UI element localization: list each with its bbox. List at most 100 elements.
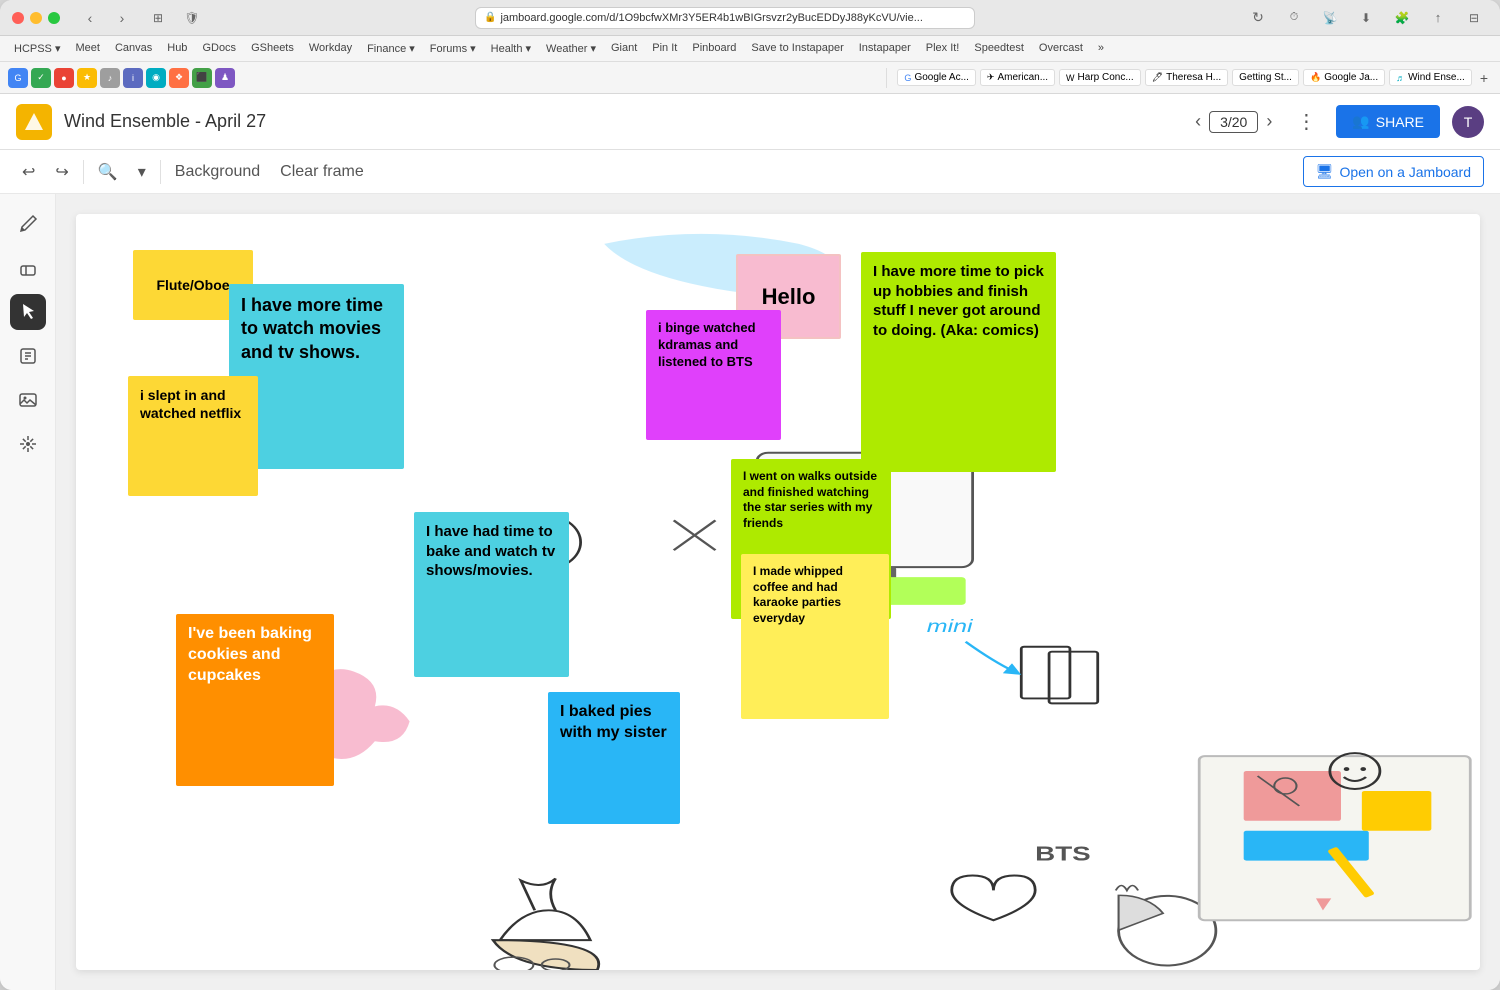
page-navigation: ‹ 3/20 › bbox=[1191, 107, 1276, 136]
sticky-note-tool-button[interactable] bbox=[10, 338, 46, 374]
browser-icon-1[interactable]: G bbox=[8, 68, 28, 88]
app-bar-forums[interactable]: Forums ▾ bbox=[424, 41, 482, 56]
image-tool-button[interactable] bbox=[10, 382, 46, 418]
main-area: mini BTS bbox=[0, 194, 1500, 990]
zoom-button[interactable]: 🔍 bbox=[92, 158, 124, 186]
browser-icon-2[interactable]: ✓ bbox=[31, 68, 51, 88]
browser-icon-6[interactable]: i bbox=[123, 68, 143, 88]
sticky-text-hello: Hello bbox=[762, 284, 816, 310]
app-bar-giant[interactable]: Giant bbox=[605, 41, 643, 56]
share-button-browser[interactable]: ↑ bbox=[1424, 8, 1452, 28]
sticky-text-cookies: I've been baking cookies and cupcakes bbox=[188, 625, 312, 684]
sticky-note-netflix[interactable]: i slept in and watched netflix bbox=[128, 376, 258, 496]
sticky-text-hobbies: I have more time to pick up hobbies and … bbox=[873, 263, 1044, 339]
app-bar-instapaper[interactable]: Instapaper bbox=[853, 41, 917, 56]
page-current: 3 bbox=[1220, 114, 1228, 130]
app-bar-more[interactable]: » bbox=[1092, 41, 1110, 56]
browser-icon-7[interactable]: ◉ bbox=[146, 68, 166, 88]
browser-icon-3[interactable]: ● bbox=[54, 68, 74, 88]
browser-icon-8[interactable]: ❖ bbox=[169, 68, 189, 88]
maximize-button[interactable] bbox=[48, 12, 60, 24]
select-tool-button[interactable] bbox=[10, 294, 46, 330]
share-button[interactable]: 👥 SHARE bbox=[1336, 105, 1440, 138]
app-bar-pinboard[interactable]: Pinboard bbox=[686, 41, 742, 56]
sticky-note-kdramas[interactable]: i binge watched kdramas and listened to … bbox=[646, 310, 781, 440]
clear-frame-button[interactable]: Clear frame bbox=[274, 159, 370, 185]
forward-button[interactable]: › bbox=[108, 8, 136, 28]
sidebar-button[interactable]: ⊟ bbox=[1460, 8, 1488, 28]
bookmark-american[interactable]: ✈ American... bbox=[980, 69, 1055, 86]
background-label: Background bbox=[175, 163, 260, 181]
sticky-note-coffee[interactable]: I made whipped coffee and had karaoke pa… bbox=[741, 554, 889, 719]
app-bar-overcast[interactable]: Overcast bbox=[1033, 41, 1089, 56]
bookmark-add-button[interactable]: + bbox=[1476, 69, 1492, 86]
svg-text:mini: mini bbox=[927, 615, 974, 636]
browser-icon-5[interactable]: ♪ bbox=[100, 68, 120, 88]
sticky-text-coffee: I made whipped coffee and had karaoke pa… bbox=[753, 564, 843, 625]
jamboard-nav-bar: Wind Ensemble - April 27 ‹ 3/20 › ⋮ 👥 SH… bbox=[0, 94, 1500, 150]
browser-icon-4[interactable]: ★ bbox=[77, 68, 97, 88]
traffic-lights bbox=[12, 12, 60, 24]
app-bar-canvas[interactable]: Canvas bbox=[109, 41, 158, 56]
app-bar-save-instapaper[interactable]: Save to Instapaper bbox=[745, 41, 849, 56]
sticky-text-netflix: i slept in and watched netflix bbox=[140, 387, 241, 421]
shield-button[interactable]: 🛡 bbox=[178, 8, 206, 28]
download-button[interactable]: ⬇ bbox=[1352, 8, 1380, 28]
sticky-note-bake[interactable]: I have had time to bake and watch tv sho… bbox=[414, 512, 569, 677]
close-button[interactable] bbox=[12, 12, 24, 24]
back-button[interactable]: ‹ bbox=[76, 8, 104, 28]
app-bar-workday[interactable]: Workday bbox=[303, 41, 358, 56]
toolbar-row: ↩ ↪ 🔍 ▾ Background Clear frame 🖥 Open on… bbox=[0, 150, 1500, 194]
app-bar-meet[interactable]: Meet bbox=[69, 41, 105, 56]
airdrop-button[interactable]: 📡 bbox=[1316, 8, 1344, 28]
redo-button[interactable]: ↪ bbox=[49, 158, 74, 186]
sticky-note-hobbies[interactable]: I have more time to pick up hobbies and … bbox=[861, 252, 1056, 472]
laser-tool-button[interactable] bbox=[10, 426, 46, 462]
open-jamboard-label: Open on a Jamboard bbox=[1339, 164, 1471, 180]
document-title[interactable]: Wind Ensemble - April 27 bbox=[64, 111, 1179, 132]
bookmark-harp[interactable]: W Harp Conc... bbox=[1059, 69, 1141, 86]
app-bar-gsheets[interactable]: GSheets bbox=[245, 41, 300, 56]
prev-page-button[interactable]: ‹ bbox=[1191, 107, 1205, 136]
app-bar-finance[interactable]: Finance ▾ bbox=[361, 41, 421, 56]
background-button[interactable]: Background bbox=[169, 159, 266, 185]
pen-tool-button[interactable] bbox=[10, 206, 46, 242]
bookmark-wind[interactable]: ♬ Wind Ense... bbox=[1389, 69, 1472, 86]
jamboard-canvas[interactable]: mini BTS bbox=[76, 214, 1480, 970]
sticky-text-pies: I baked pies with my sister bbox=[560, 703, 667, 741]
sticky-text-kdramas: i binge watched kdramas and listened to … bbox=[658, 320, 756, 369]
bookmark-getting[interactable]: Getting St... bbox=[1232, 69, 1299, 86]
bookmark-theresa[interactable]: 🖊 Theresa H... bbox=[1145, 69, 1228, 86]
open-jamboard-button[interactable]: 🖥 Open on a Jamboard bbox=[1303, 156, 1484, 187]
monitor-icon: 🖥 bbox=[1316, 163, 1334, 180]
more-options-button[interactable]: ⋮ bbox=[1288, 105, 1324, 138]
bookmark-google-ja[interactable]: 🔥 Google Ja... bbox=[1303, 69, 1385, 86]
browser-icon-10[interactable]: ♟ bbox=[215, 68, 235, 88]
app-bar-plexit[interactable]: Plex It! bbox=[920, 41, 966, 56]
eraser-tool-button[interactable] bbox=[10, 250, 46, 286]
undo-button[interactable]: ↩ bbox=[16, 158, 41, 186]
app-bar-weather[interactable]: Weather ▾ bbox=[540, 41, 602, 56]
sticky-note-cookies[interactable]: I've been baking cookies and cupcakes bbox=[176, 614, 334, 786]
app-bar-hcpss[interactable]: HCPSS ▾ bbox=[8, 41, 66, 56]
app-bar-health[interactable]: Health ▾ bbox=[485, 41, 537, 56]
tab-overview-button[interactable]: ⊞ bbox=[144, 8, 172, 28]
app-bar-pinit[interactable]: Pin It bbox=[646, 41, 683, 56]
sticky-note-pies[interactable]: I baked pies with my sister bbox=[548, 692, 680, 824]
app-bar-speedtest[interactable]: Speedtest bbox=[968, 41, 1030, 56]
app-bar-hub[interactable]: Hub bbox=[161, 41, 193, 56]
browser-icon-9[interactable]: ⬛ bbox=[192, 68, 212, 88]
url-bar[interactable]: 🔒 jamboard.google.com/d/1O9bcfwXMr3Y5ER4… bbox=[475, 7, 975, 29]
user-avatar[interactable]: T bbox=[1452, 106, 1484, 138]
reload-button[interactable]: ↻ bbox=[1244, 8, 1272, 28]
sticky-text-walks: I went on walks outside and finished wat… bbox=[743, 469, 877, 530]
extensions-button[interactable]: 🧩 bbox=[1388, 8, 1416, 28]
left-toolbar bbox=[0, 194, 56, 990]
bookmark-google-ac[interactable]: G Google Ac... bbox=[897, 69, 976, 86]
minimize-button[interactable] bbox=[30, 12, 42, 24]
next-page-button[interactable]: › bbox=[1262, 107, 1276, 136]
app-bar-gdocs[interactable]: GDocs bbox=[196, 41, 242, 56]
history-button[interactable]: ⏱ bbox=[1280, 8, 1308, 28]
app-logo bbox=[16, 104, 52, 140]
zoom-dropdown-button[interactable]: ▾ bbox=[132, 158, 152, 186]
